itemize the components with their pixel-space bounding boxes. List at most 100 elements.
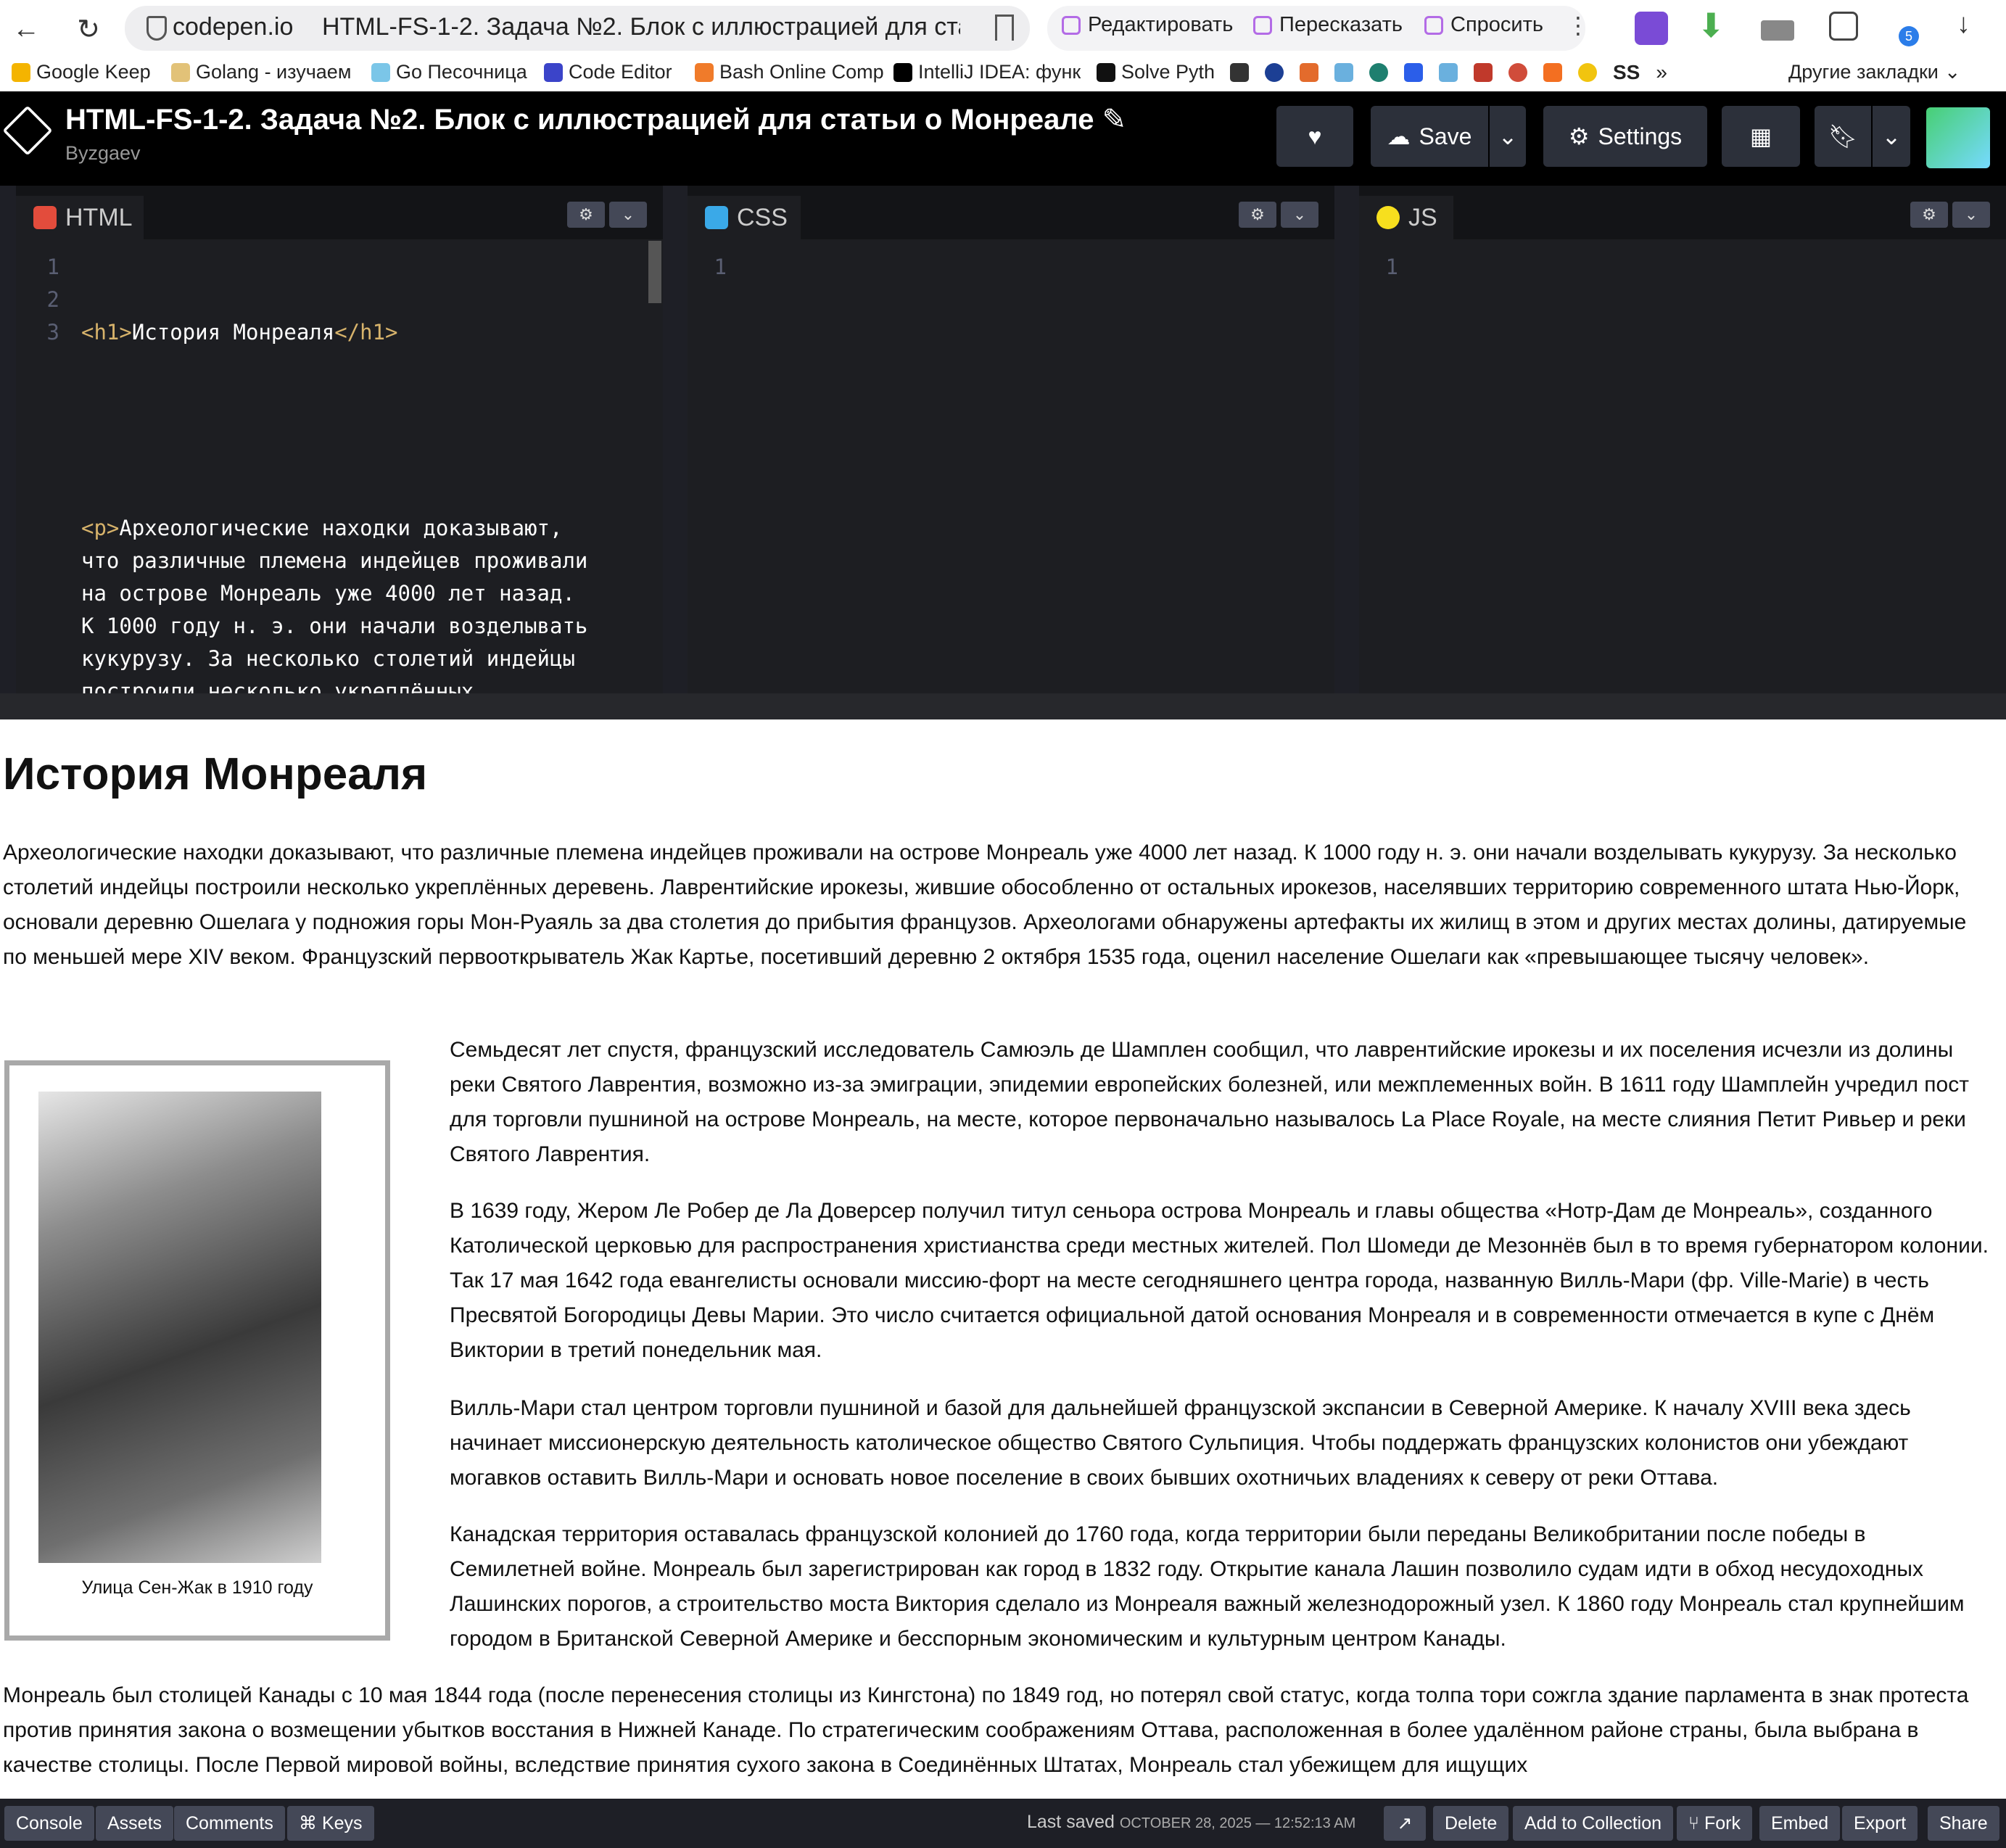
layout-button[interactable]: ▦ [1722,106,1800,167]
js-collapse-button[interactable]: ⌄ [1952,202,1990,228]
more-icon[interactable]: ⋮ [1567,12,1590,39]
delete-button[interactable]: Delete [1433,1806,1509,1841]
save-options-button[interactable]: ⌄ [1490,106,1526,167]
code-line: кукурузу. За несколько столетий индейцы [81,643,647,675]
bookmark-bash[interactable]: Bash Online Comp [695,61,884,83]
bookmark-icon[interactable] [1543,63,1562,82]
js-icon [1376,206,1400,229]
embed-button[interactable]: Embed [1759,1806,1841,1841]
bookmark-label: Code Editor [569,61,672,83]
export-button[interactable]: Export [1842,1806,1918,1841]
preview-paragraph-4: Вилль-Мари стал центром торговли пушнино… [450,1396,1911,1490]
hackerrank-icon [1097,62,1115,82]
bookmark-icon[interactable] [1300,63,1318,82]
bookmark-label: IntelliJ IDEA: функ [918,61,1081,83]
add-to-collection-button[interactable]: Add to Collection [1513,1806,1674,1841]
bookmark-icon[interactable] [1439,63,1458,82]
code-line: построили несколько укреплённых [81,675,647,693]
extension-icon-2[interactable] [1761,20,1794,41]
bookmark-solve-python[interactable]: Solve Pyth [1097,61,1215,83]
back-icon[interactable]: ← [7,10,45,48]
url-page-title: HTML-FS-1-2. Задача №2. Блок с иллюстрац… [322,13,960,41]
retell-label: Пересказать [1279,13,1403,36]
code-text: что различные племена индейцев проживали [81,548,588,573]
save-button[interactable]: ☁ Save [1371,106,1488,167]
bookmark-icon[interactable] [1369,63,1388,82]
download-arrow-icon[interactable]: ⬇ [1697,6,1725,45]
bookmark-code-editor[interactable]: Code Editor [544,61,672,83]
settings-button[interactable]: ⚙ Settings [1543,106,1707,167]
chevron-down-icon: ⌄ [1292,205,1307,223]
ask-button[interactable]: Спросить [1424,13,1543,37]
chevron-down-icon: ⌄ [1944,61,1961,83]
comments-button[interactable]: Comments [174,1806,285,1841]
bookmark-icon[interactable] [1265,63,1284,82]
chevron-down-icon: ⌄ [1881,123,1902,149]
scrollbar-thumb[interactable] [648,241,661,303]
bookmark-icon[interactable] [1474,63,1493,82]
line-number: 1 [1385,255,1398,279]
css-collapse-button[interactable]: ⌄ [1281,202,1318,228]
bookmark-pen-button[interactable]: 🔖︎ [1815,106,1871,167]
downloads-icon[interactable]: ↓ [1957,9,1970,40]
html-collapse-button[interactable]: ⌄ [609,202,647,228]
bookmark-label: Google Keep [36,61,151,83]
line-number: 3 [46,320,59,345]
bookmark-icon[interactable] [1508,63,1527,82]
keys-button[interactable]: ⌘ Keys [287,1806,374,1841]
user-avatar[interactable] [1926,107,1990,168]
fork-button[interactable]: ⑂ Fork [1677,1806,1752,1841]
chevron-down-icon: ⌄ [621,205,635,223]
share-button[interactable]: Share [1928,1806,1999,1841]
address-bar[interactable]: codepen.io HTML-FS-1-2. Задача №2. Блок … [125,6,1030,51]
css-icon [705,206,728,229]
bookmark-go-playground[interactable]: Go Песочница [371,61,527,83]
html-settings-button[interactable]: ⚙ [567,202,605,228]
preview-resizer[interactable] [0,693,2006,719]
other-bookmarks[interactable]: Другие закладки ⌄ [1788,61,1961,83]
extension-icon[interactable] [1635,12,1668,45]
ss-icon[interactable]: SS [1613,61,1640,84]
css-code[interactable] [746,251,1318,686]
html-icon [33,206,57,229]
html-editor-pane: HTML ⚙ ⌄ 1 2 3 <h1>История Монреаля</h1>… [16,186,663,693]
tab-js[interactable]: JS [1359,196,1453,239]
translate-icon[interactable] [1829,12,1858,41]
reload-icon[interactable]: ↻ [70,10,107,48]
pen-title[interactable]: HTML-FS-1-2. Задача №2. Блок с иллюстрац… [65,103,1126,136]
tab-html[interactable]: HTML [16,196,144,239]
bookmark-intellij[interactable]: IntelliJ IDEA: функ [893,61,1081,83]
bookmark-options-button[interactable]: ⌄ [1873,106,1910,167]
retell-button[interactable]: Пересказать [1253,13,1403,37]
js-gutter: 1 [1359,251,1398,284]
settings-label: Settings [1598,123,1683,149]
js-settings-button[interactable]: ⚙ [1910,202,1948,228]
more-bookmarks-icon[interactable]: » [1656,61,1667,84]
line-number: 1 [714,255,727,279]
like-button[interactable]: ♥ [1276,106,1353,167]
bookmark-icon[interactable] [1334,63,1353,82]
code-line: К 1000 году н. э. они начали возделывать [81,610,647,643]
css-settings-button[interactable]: ⚙ [1239,202,1276,228]
edit-ai-button[interactable]: Редактировать [1062,13,1233,37]
pencil-icon[interactable]: ✎ [1102,104,1127,136]
bookmark-golang[interactable]: Golang - изучаем [171,61,351,83]
assets-button[interactable]: Assets [96,1806,174,1841]
preview-frame: История Монреаля Археологические находки… [0,719,2006,1799]
open-external-button[interactable]: ↗ [1384,1806,1426,1841]
console-button[interactable]: Console [4,1806,94,1841]
codepen-logo-icon[interactable] [2,105,53,156]
pen-author[interactable]: Byzgaev [65,142,141,165]
bookmark-label: Bash Online Comp [719,61,884,83]
html-code[interactable]: <h1>История Монреаля</h1> <p>Археологиче… [81,251,647,693]
profile-badge[interactable]: 5 [1899,26,1919,46]
url-domain: codepen.io [173,13,294,41]
bookmark-icon[interactable] [1578,63,1597,82]
bookmark-icon[interactable] [1404,63,1423,82]
tab-css[interactable]: CSS [688,196,801,239]
bookmark-google-keep[interactable]: Google Keep [12,61,151,83]
js-code[interactable] [1417,251,1990,686]
preview-paragraph-5: Канадская территория оставалась французс… [450,1522,1965,1651]
bookmark-icon[interactable] [995,15,1014,41]
bookmark-icon[interactable] [1230,63,1249,82]
